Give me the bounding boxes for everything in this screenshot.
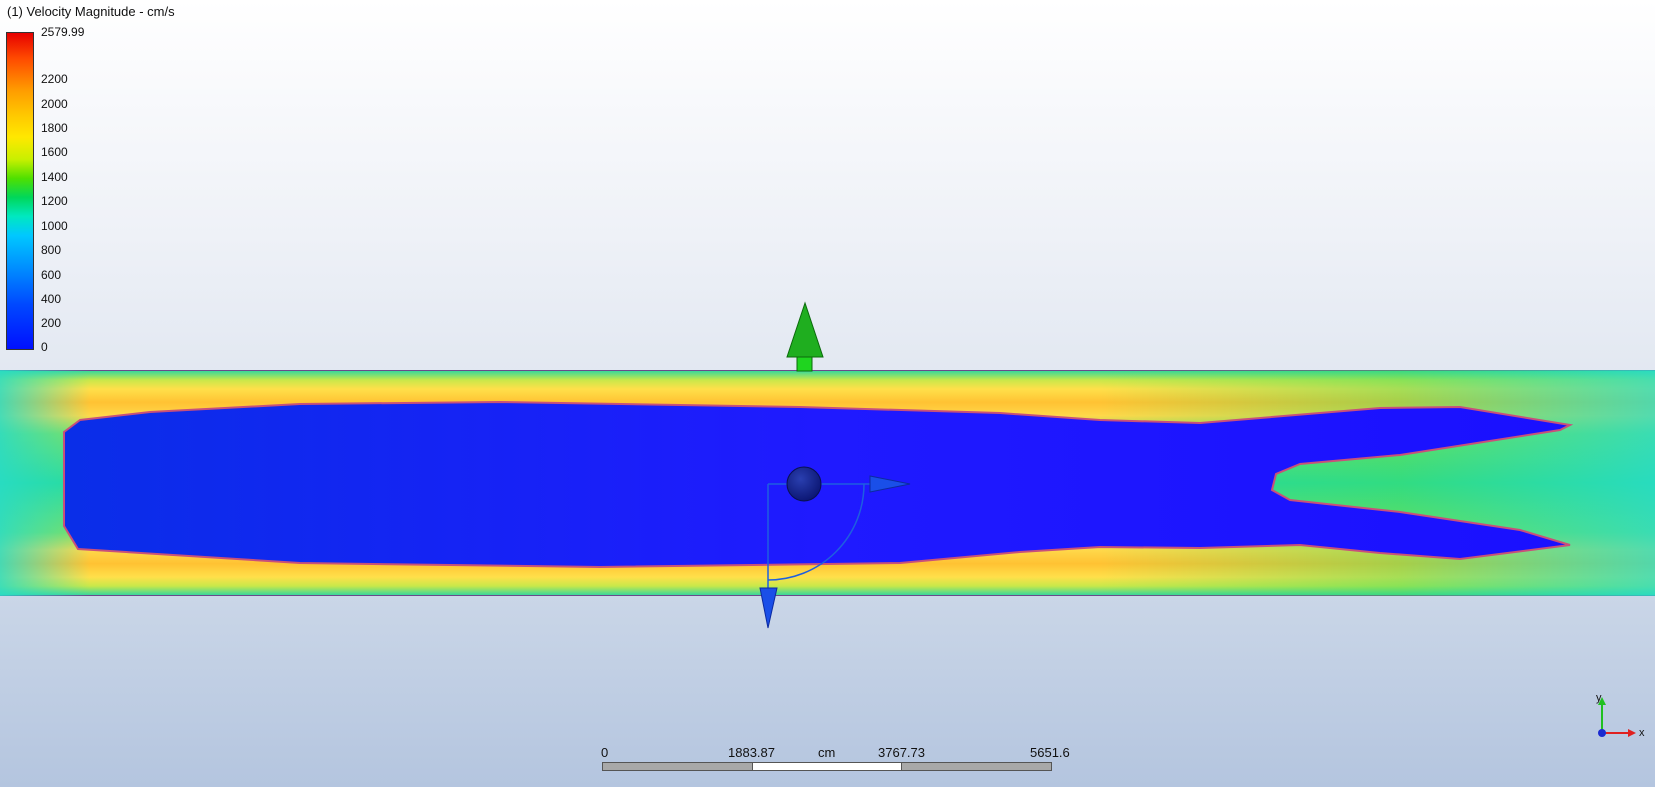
- scale-unit: cm: [818, 745, 836, 760]
- scale-label: 5651.6: [1030, 745, 1070, 760]
- scale-bar: [602, 762, 1052, 771]
- triad-x-label: x: [1639, 727, 1645, 739]
- scale-label: 3767.73: [878, 745, 925, 760]
- scale-label: 0: [601, 745, 609, 760]
- coordinate-triad-icon: [1598, 697, 1636, 737]
- graphics-viewport[interactable]: (1) Velocity Magnitude - cm/s 2579.99 22…: [0, 0, 1655, 787]
- triad-y-label: y: [1596, 692, 1602, 704]
- scale-bar-segment: [902, 763, 1052, 770]
- model-overlay: [63, 301, 1636, 737]
- scale-bar-segment: [603, 763, 752, 770]
- origin-sphere-icon: [786, 466, 822, 502]
- scale-bar-segment: [751, 763, 903, 770]
- up-arrow-icon: [786, 301, 824, 372]
- scale-label: 1883.87: [728, 745, 775, 760]
